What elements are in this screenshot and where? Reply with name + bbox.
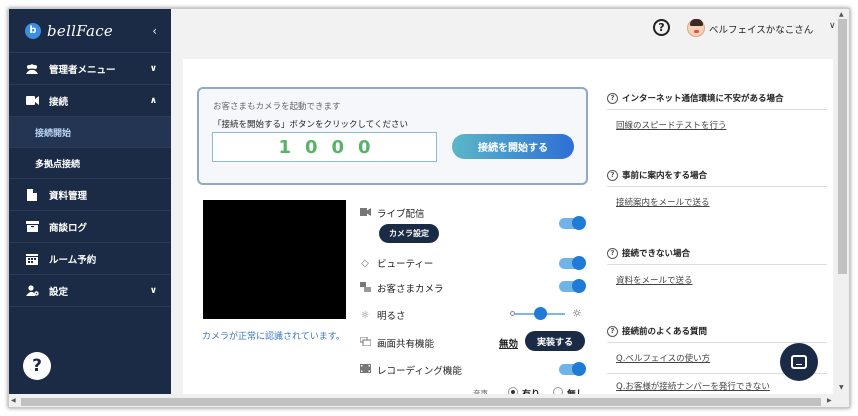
setting-beauty: ◇ ビューティー [359, 256, 434, 271]
user-gear-icon [25, 285, 39, 296]
sidebar-item-room-reservation[interactable]: ルーム予約 [9, 243, 171, 275]
sidebar-item-label: 設定 [49, 286, 69, 298]
vertical-scrollbar[interactable]: ▲ ▼ [835, 9, 849, 394]
start-connection-button[interactable]: 接続を開始する [452, 134, 574, 159]
help-section-cannot-connect: ? 接続できない場合 資料をメールで送る [607, 247, 827, 286]
sidebar: b bellFace ‹ 管理者メニュー ∨ 接続 ∧ 接続開始 多拠点接続 資… [9, 9, 171, 407]
logo-icon: b [25, 22, 41, 39]
help-title: ? 接続前のよくある質問 [607, 325, 827, 343]
setting-brightness: ☼ 明るさ [359, 308, 406, 323]
sidebar-item-label: ルーム予約 [49, 254, 97, 266]
camera-switch-icon [359, 281, 371, 295]
setting-label: お客さまカメラ [377, 284, 444, 295]
chat-button[interactable] [780, 343, 818, 381]
sidebar-item-meeting-log[interactable]: 商談ログ [9, 211, 171, 243]
film-icon [359, 364, 371, 376]
help-section-guide: ? 事前に案内をする場合 接続案内をメールで送る [607, 169, 827, 208]
screen-share-icon [359, 336, 371, 349]
archive-icon [25, 221, 39, 232]
chevron-down-icon: ∨ [149, 63, 157, 74]
logo-text: bellFace [47, 21, 114, 40]
user-name[interactable]: ベルフェイスかなこさん [709, 22, 813, 36]
sidebar-item-multi-connect[interactable]: 多拠点接続 [9, 148, 171, 179]
users-icon [25, 63, 39, 74]
speed-test-link[interactable]: 回線のスピードテストを行う [616, 119, 827, 131]
chevron-up-icon: ∧ [149, 95, 157, 106]
help-title: ? インターネット通信環境に不安がある場合 [607, 92, 827, 110]
sidebar-item-settings[interactable]: 設定 ∨ [9, 275, 171, 307]
camera-status: カメラが正常に認識されています。 [202, 332, 345, 342]
connection-number-field[interactable]: 1000 [212, 132, 437, 162]
scroll-down-icon[interactable]: ▼ [839, 384, 844, 391]
setting-label: 明るさ [377, 311, 406, 322]
sidebar-item-documents[interactable]: 資料管理 [9, 179, 171, 211]
setting-label: 画面共有機能 [377, 339, 435, 350]
setting-customer-camera: お客さまカメラ [359, 281, 444, 295]
horizontal-scrollbar[interactable]: ◀ ▶ [9, 394, 849, 407]
connect-instruction: 「接続を開始する」ボタンをクリックしてください [213, 120, 408, 130]
help-icon[interactable]: ? [653, 19, 670, 36]
chat-icon [791, 355, 807, 369]
brightness-slider-handle[interactable] [534, 307, 547, 320]
beauty-toggle[interactable] [559, 256, 586, 270]
scroll-left-icon[interactable]: ◀ [11, 397, 16, 404]
sidebar-item-connect-start[interactable]: 接続開始 [9, 117, 171, 148]
camera-settings-button[interactable]: カメラ設定 [379, 224, 439, 243]
calendar-icon [25, 253, 39, 265]
horizontal-scroll-thumb[interactable] [21, 398, 821, 406]
scroll-right-icon[interactable]: ▶ [827, 397, 832, 404]
email-documents-link[interactable]: 資料をメールで送る [616, 274, 827, 286]
sidebar-item-connect[interactable]: 接続 ∧ [9, 85, 171, 117]
camera-preview [203, 200, 346, 319]
question-icon: ? [607, 325, 618, 337]
screen-share-status[interactable]: 無効 [499, 336, 518, 350]
scroll-up-icon[interactable]: ▲ [839, 11, 844, 18]
setting-label: ライブ配信 [377, 209, 425, 220]
help-title: ? 接続できない場合 [607, 247, 827, 265]
document-icon [25, 188, 39, 201]
setting-label: レコーディング機能 [377, 366, 462, 377]
email-guide-link[interactable]: 接続案内をメールで送る [616, 196, 827, 208]
diamond-icon: ◇ [361, 257, 369, 269]
topbar: ? ベルフェイスかなこさん ∨ [171, 9, 849, 49]
video-icon [359, 207, 371, 219]
setting-live: ライブ配信 [359, 206, 425, 220]
help-button[interactable]: ? [23, 352, 51, 380]
setting-label: ビューティー [377, 259, 434, 270]
help-title: ? 事前に案内をする場合 [607, 169, 827, 187]
setting-screen-share: 画面共有機能 [359, 336, 434, 350]
connect-panel: お客さまもカメラを起動できます 「接続を開始する」ボタンをクリックしてください … [197, 87, 588, 185]
help-section-network: ? インターネット通信環境に不安がある場合 回線のスピードテストを行う [607, 92, 827, 131]
vertical-scroll-thumb[interactable] [838, 19, 847, 274]
customer-camera-toggle[interactable] [559, 279, 586, 293]
live-toggle[interactable] [559, 216, 586, 230]
avatar[interactable] [687, 19, 705, 37]
question-icon: ? [607, 92, 618, 104]
logo-row: b bellFace ‹ [9, 9, 171, 53]
brightness-max-icon: ☼ [572, 307, 582, 320]
sun-icon: ☼ [360, 309, 370, 321]
sidebar-item-admin-menu[interactable]: 管理者メニュー ∨ [9, 53, 171, 85]
question-icon: ? [607, 169, 618, 181]
main-content: お客さまもカメラを起動できます 「接続を開始する」ボタンをクリックしてください … [183, 59, 833, 407]
video-icon [25, 96, 39, 105]
app-window: b bellFace ‹ 管理者メニュー ∨ 接続 ∧ 接続開始 多拠点接続 資… [8, 8, 850, 408]
sidebar-item-label: 商談ログ [49, 222, 88, 234]
implement-button[interactable]: 実装する [525, 331, 585, 351]
sidebar-item-label: 接続 [49, 96, 69, 108]
chevron-down-icon: ∨ [149, 285, 157, 296]
setting-recording: レコーディング機能 [359, 363, 462, 377]
sidebar-item-label: 資料管理 [49, 190, 88, 202]
sidebar-item-label: 管理者メニュー [49, 64, 116, 76]
recording-toggle[interactable] [559, 362, 586, 376]
connect-hint: お客さまもカメラを起動できます [213, 102, 341, 112]
chevron-left-icon[interactable]: ‹ [152, 24, 157, 38]
question-icon: ? [607, 247, 618, 259]
